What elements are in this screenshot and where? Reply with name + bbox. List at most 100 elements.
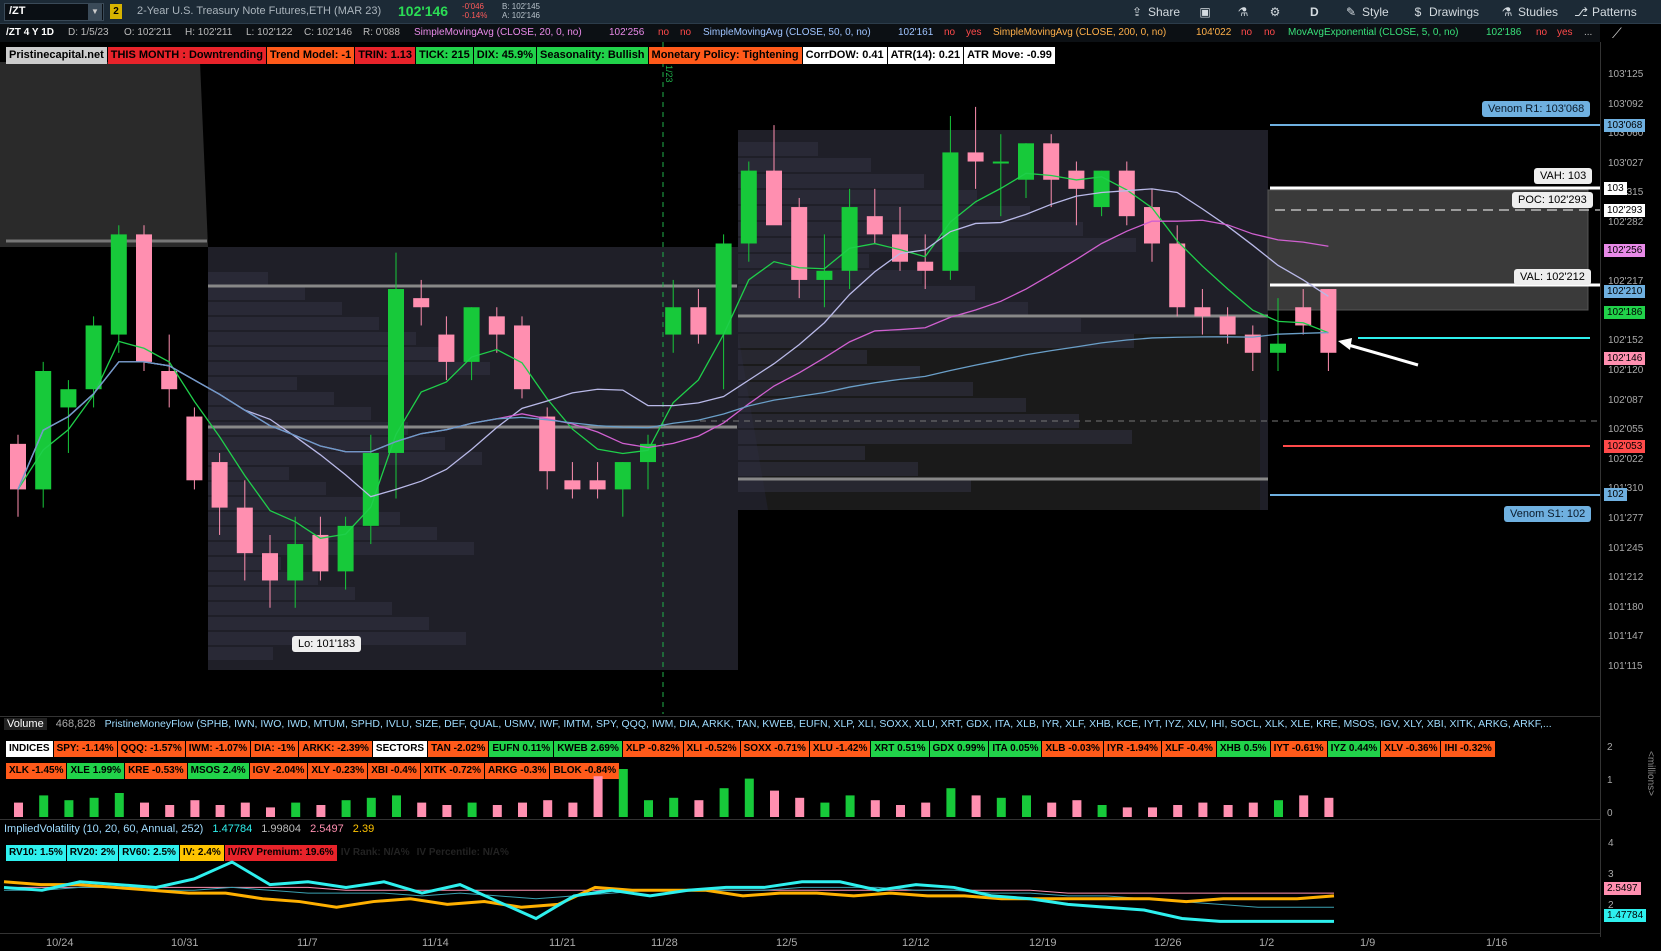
volume-bar: [1122, 807, 1132, 817]
period-button[interactable]: D: [1310, 3, 1319, 21]
link-group-badge[interactable]: 2: [110, 4, 122, 19]
profile-bar: [208, 437, 445, 450]
drawings-button[interactable]: $ Drawings: [1411, 3, 1479, 21]
share-label: Share: [1148, 5, 1181, 19]
volume-bar: [39, 795, 49, 817]
last-price: 102'146: [398, 3, 449, 19]
moneyflow-label[interactable]: PristineMoneyFlow (SPHB, IWN, IWO, IWD, …: [105, 718, 1552, 730]
price-axis-label: 102'282: [1608, 217, 1644, 228]
flask-icon: ⚗: [1237, 5, 1249, 19]
candle-body: [1169, 243, 1186, 308]
price-tag: 103'068: [1604, 119, 1646, 132]
vline-date-label: 1/23: [664, 65, 674, 83]
profile-bar: [738, 446, 865, 460]
volume-bar: [568, 802, 578, 817]
candle-body: [388, 289, 404, 453]
time-axis-label: 12/5: [776, 937, 798, 949]
price-axis-label: 102'022: [1608, 453, 1644, 465]
profile-bar: [208, 497, 363, 510]
volume-bar: [719, 788, 729, 817]
volume-bar: [341, 800, 351, 817]
profile-bar: [738, 142, 818, 156]
chevron-down-icon[interactable]: ▼: [88, 4, 102, 20]
sma20-label[interactable]: SimpleMovingAvg (CLOSE, 20, 0, no): [414, 27, 582, 38]
volume-value: 468,828: [55, 718, 96, 730]
price-axis-label: 101'245: [1608, 542, 1644, 554]
price-chart[interactable]: [0, 42, 1600, 714]
bar-date: D: 1/5/23: [68, 27, 109, 38]
candle-body: [514, 325, 530, 390]
price-tag: 102'053: [1604, 440, 1646, 453]
profile-bar: [208, 272, 268, 285]
time-axis-label: 1/9: [1360, 937, 1376, 949]
iv-title[interactable]: ImpliedVolatility (10, 20, 60, Annual, 2…: [4, 823, 203, 835]
low-label: Lo: 101'183: [292, 636, 362, 652]
volume-bar: [593, 776, 603, 817]
venom-r1-label: Venom R1: 103'068: [1482, 101, 1591, 117]
price-axis-label: 101'147: [1608, 631, 1644, 643]
volume-bar: [618, 769, 628, 817]
flask-button[interactable]: ⚗: [1236, 3, 1254, 21]
sector-badge-20: XHB 0.5%: [1216, 741, 1270, 757]
candle-body: [438, 334, 455, 362]
top-toolbar: /ZT ▼ 2 2-Year U.S. Treasury Note Future…: [0, 0, 1661, 24]
sector-badge-5: ARKK: -2.39%: [299, 741, 372, 757]
drawings-icon: $: [1414, 5, 1422, 19]
price-tag: 102'210: [1604, 285, 1646, 298]
sector-badge-13: XLU -1.42%: [809, 741, 871, 757]
patterns-icon: ⎇: [1574, 5, 1588, 19]
candle-body: [992, 161, 1009, 164]
sma200-label[interactable]: SimpleMovingAvg (CLOSE, 200, 0, no): [993, 27, 1166, 38]
price-axis-label: 103'027: [1608, 157, 1644, 169]
candle-body: [816, 270, 833, 280]
sma50-flag2: yes: [966, 27, 982, 38]
sector-badge-22: IYZ 0.44%: [1327, 741, 1381, 757]
sector-badge-11: XLI -0.52%: [683, 741, 740, 757]
volume-bar: [845, 795, 855, 817]
candle-body: [791, 207, 808, 280]
price-axis-label: 102'120: [1608, 365, 1644, 376]
style-button[interactable]: ✎ Style: [1344, 3, 1389, 21]
prior-profile: [0, 62, 208, 247]
sma50-label[interactable]: SimpleMovingAvg (CLOSE, 50, 0, no): [703, 27, 871, 38]
iv-value-3: 2.5497: [310, 823, 344, 835]
more-studies[interactable]: ...: [1584, 27, 1592, 38]
volume-label[interactable]: Volume: [4, 718, 47, 730]
profile-bar: [208, 587, 355, 600]
sma50-value: 102'161: [898, 27, 934, 38]
patterns-button[interactable]: ⎇ Patterns: [1574, 3, 1637, 21]
draw-tool-icon[interactable]: ⟋: [1612, 25, 1622, 42]
price-tag: 103: [1604, 182, 1627, 195]
val-label: VAL: 102'212: [1514, 269, 1591, 285]
layout-button[interactable]: ▣: [1198, 3, 1216, 21]
sector-badge-12: SOXX -0.71%: [740, 741, 809, 757]
price-axis-label: 102'152: [1608, 335, 1644, 347]
profile-bar: [738, 174, 924, 188]
volume-bar: [1022, 795, 1031, 817]
volume-bar: [442, 805, 452, 817]
profile-bar: [208, 317, 379, 330]
settings-button[interactable]: ⚙: [1268, 3, 1286, 21]
candle-body: [1194, 307, 1211, 317]
bar-range: R: 0'088: [363, 27, 400, 38]
patterns-label: Patterns: [1592, 5, 1637, 19]
volume-bar: [392, 795, 401, 817]
iv-tag: 1.47784: [1604, 909, 1647, 922]
time-axis-label: 11/7: [297, 937, 318, 949]
arrow-head: [1338, 338, 1352, 350]
ema5-label[interactable]: MovAvgExponential (CLOSE, 5, 0, no): [1288, 27, 1458, 38]
studies-button[interactable]: ⚗ Studies: [1500, 3, 1558, 21]
volume-bar: [240, 802, 250, 817]
candle-body: [85, 325, 102, 390]
price-change: -0'046 -0.14%: [462, 2, 487, 20]
profile-bar: [738, 350, 867, 364]
profile-bar: [738, 158, 871, 172]
gear-icon: ⚙: [1269, 5, 1281, 19]
volume-bar: [140, 802, 149, 817]
bar-high: H: 102'211: [185, 27, 233, 38]
status-badge-2: Trend Model: -1: [266, 47, 355, 64]
profile-bar: [208, 347, 453, 360]
share-button[interactable]: ⇪ Share: [1130, 3, 1180, 21]
percent-change: -0.14%: [462, 11, 488, 20]
instrument-title: 2-Year U.S. Treasury Note Futures,ETH (M…: [137, 5, 382, 17]
